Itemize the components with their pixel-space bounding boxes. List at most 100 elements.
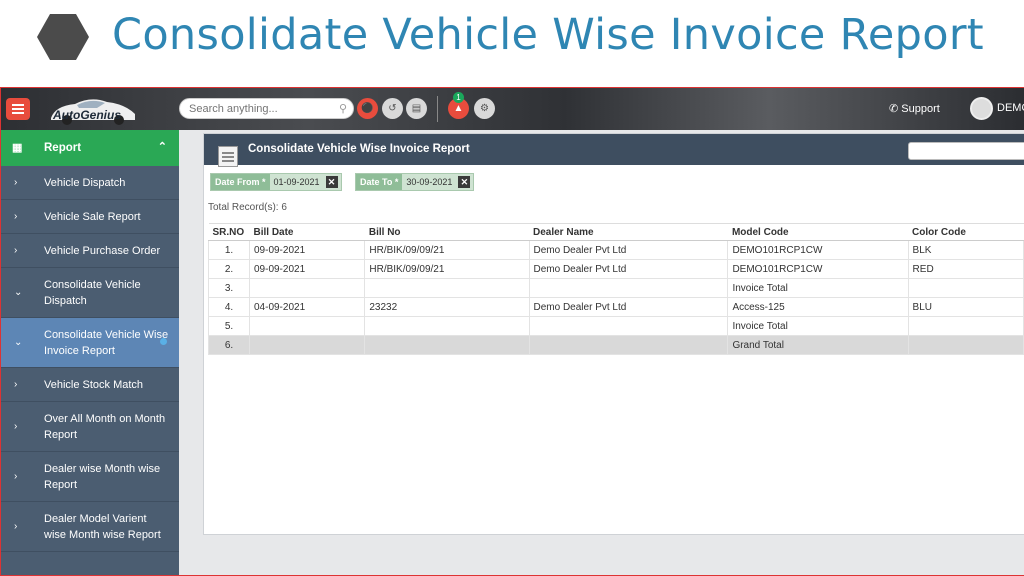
sidebar-header-label: Report [44, 142, 82, 154]
global-search[interactable]: ⚲ [179, 98, 354, 119]
table-header-row: SR.NO Bill Date Bill No Dealer Name Model Co… [208, 223, 1024, 241]
table-cell [907, 335, 1024, 355]
user-name[interactable]: DEMO [997, 102, 1024, 114]
table-cell: RED [907, 259, 1024, 279]
phone-icon: ✆ [889, 103, 902, 115]
chevron-right-icon: › [14, 244, 18, 256]
total-records: Total Record(s): 6 [208, 202, 287, 213]
sidebar-item-label: Vehicle Dispatch [44, 176, 126, 189]
toolbar-divider [437, 96, 438, 122]
column-header[interactable]: Color Code [908, 223, 1024, 241]
chevron-right-icon: › [14, 210, 18, 222]
top-bar: AutoGenius ⚲ ⚫ ↺ ▤ ▲ 1 ⚙ ✆ Support DEMO [1, 88, 1024, 130]
table-cell: Invoice Total [727, 278, 909, 298]
avatar[interactable] [970, 97, 993, 120]
table-cell [364, 278, 530, 298]
sidebar-item[interactable]: ⌄ Consolidate Vehicle Dispatch [1, 268, 179, 318]
app-window: AutoGenius ⚲ ⚫ ↺ ▤ ▲ 1 ⚙ ✆ Support DEMO … [0, 87, 1024, 576]
column-header[interactable]: Dealer Name [529, 223, 728, 241]
table-cell: Demo Dealer Pvt Ltd [528, 240, 729, 260]
filter-chip-date-from: Date From * 01-09-2021 ✕ [210, 173, 342, 191]
filter-value: 30-09-2021 [406, 177, 453, 187]
table-cell: Demo Dealer Pvt Ltd [528, 297, 729, 317]
table-cell: Grand Total [727, 335, 909, 355]
filter-chip-date-to: Date To * 30-09-2021 ✕ [355, 173, 475, 191]
table-cell: DEMO101RCP1CW [727, 240, 909, 260]
sidebar-item-label: Consolidate Vehicle Wise Invoice Report [44, 328, 169, 357]
table-cell: BLK [907, 240, 1024, 260]
column-header[interactable]: SR.NO [208, 223, 250, 241]
remove-filter-icon[interactable]: ✕ [458, 176, 471, 188]
sidebar-item-label: Over All Month on Month Report [44, 412, 166, 441]
sidebar-item-label: Vehicle Sale Report [44, 210, 141, 223]
chevron-right-icon: › [14, 378, 18, 390]
table-cell: 09-09-2021 [248, 259, 366, 279]
menu-icon[interactable] [6, 98, 30, 120]
sidebar-item[interactable]: › Over All Month on Month Report [1, 402, 179, 452]
panel-title: Consolidate Vehicle Wise Invoice Report [248, 143, 470, 155]
table-cell: 6. [208, 335, 250, 355]
column-header[interactable]: Bill Date [249, 223, 365, 241]
report-icon: ▦ [12, 142, 23, 154]
table-cell [248, 278, 366, 298]
table-cell: Demo Dealer Pvt Ltd [528, 259, 729, 279]
chevron-right-icon: › [14, 420, 18, 432]
sidebar-item-label: Dealer wise Month wise Report [44, 462, 161, 491]
slide: Consolidate Vehicle Wise Invoice Report … [0, 0, 1024, 576]
table-cell: 5. [208, 316, 250, 336]
sidebar-item[interactable]: ⌄ Consolidate Vehicle Wise Invoice Report [1, 318, 179, 368]
remove-filter-icon[interactable]: ✕ [325, 176, 338, 188]
sidebar-header-report[interactable]: ▦ Report ⌃ [1, 130, 179, 166]
support-link[interactable]: ✆ Support [889, 102, 940, 115]
table-cell [364, 316, 530, 336]
chevron-down-icon: ⌄ [14, 336, 23, 348]
report-panel: Consolidate Vehicle Wise Invoice Report … [203, 133, 1024, 535]
table-cell [907, 278, 1024, 298]
filter-value: 01-09-2021 [273, 177, 320, 187]
chevron-down-icon: ⌄ [14, 286, 23, 298]
sidebar-item[interactable]: › Dealer wise Month wise Report [1, 452, 179, 502]
slide-title: Consolidate Vehicle Wise Invoice Report [112, 10, 984, 60]
table-row: 5. Invoice Total [208, 316, 1024, 336]
share-icon[interactable]: ↺ [382, 98, 403, 119]
sidebar-item[interactable]: › Vehicle Dispatch [1, 166, 179, 200]
chevron-right-icon: › [14, 470, 18, 482]
table-cell [907, 316, 1024, 336]
sidebar-item-label: Consolidate Vehicle Dispatch [44, 278, 141, 307]
panel-header: Consolidate Vehicle Wise Invoice Report [204, 134, 1024, 167]
table-cell: HR/BIK/09/09/21 [364, 259, 530, 279]
panel-search-input[interactable] [908, 142, 1024, 160]
settings-icon[interactable]: ⚙ [474, 98, 495, 119]
table-cell [364, 335, 530, 355]
notification-badge: 1 [453, 92, 464, 103]
sidebar-item-label: Dealer Model Varient wise Month wise Rep… [44, 512, 161, 541]
sidebar-item[interactable]: › Dealer Model Varient wise Month wise Re… [1, 502, 179, 552]
table-cell: 2. [208, 259, 250, 279]
hexagon-bullet-icon [37, 14, 89, 60]
table-cell: DEMO101RCP1CW [727, 259, 909, 279]
car-icon[interactable]: ⚫ [357, 98, 378, 119]
table-cell: Access-125 [727, 297, 909, 317]
table-cell: 04-09-2021 [248, 297, 366, 317]
table-row: 2. 09-09-2021 HR/BIK/09/09/21 Demo Dealer P… [208, 259, 1024, 279]
sidebar-item[interactable]: › Vehicle Sale Report [1, 200, 179, 234]
main-content: Consolidate Vehicle Wise Invoice Report … [179, 130, 1024, 575]
sidebar: ▦ Report ⌃ › Vehicle Dispatch › Vehicle Sal… [1, 130, 179, 575]
column-header[interactable]: Bill No [364, 223, 529, 241]
search-icon[interactable]: ⚲ [339, 102, 347, 115]
table-cell [528, 278, 729, 298]
table-cell [528, 335, 729, 355]
sidebar-item[interactable]: › Vehicle Stock Match [1, 368, 179, 402]
sidebar-item[interactable]: › Vehicle Purchase Order [1, 234, 179, 268]
chevron-up-icon[interactable]: ⌃ [158, 140, 167, 153]
table-row: 3. Invoice Total [208, 278, 1024, 298]
chart-icon[interactable]: ▤ [406, 98, 427, 119]
table-row: 6. Grand Total [208, 335, 1024, 355]
active-indicator [160, 338, 167, 345]
table-cell: 23232 [364, 297, 530, 317]
column-header[interactable]: Model Code [727, 223, 909, 241]
sidebar-item-label: Vehicle Purchase Order [44, 244, 161, 257]
table-cell: 1. [208, 240, 250, 260]
table-cell [248, 316, 366, 336]
search-input[interactable] [189, 99, 339, 119]
